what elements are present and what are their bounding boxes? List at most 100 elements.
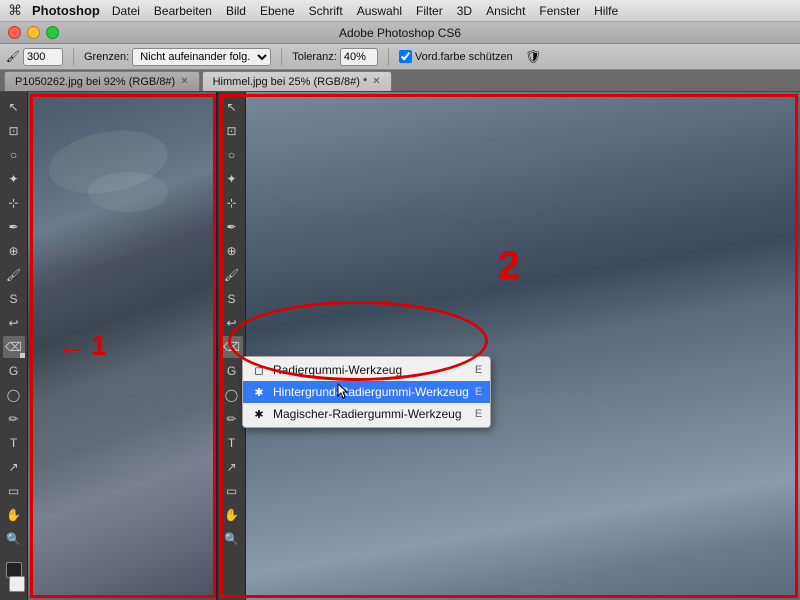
tool-history-brush[interactable]: ↩: [3, 312, 25, 334]
tab-doc2-label: Himmel.jpg bei 25% (RGB/8#) *: [213, 76, 368, 88]
window-title: Adobe Photoshop CS6: [339, 26, 461, 40]
inner-tool-move[interactable]: ↖: [221, 96, 243, 118]
toleranz-input[interactable]: [340, 48, 378, 66]
brush-size-input[interactable]: [23, 48, 63, 66]
brush-size-group: 🖌: [6, 48, 63, 66]
menu-filter[interactable]: Filter: [416, 4, 443, 18]
inner-tool-eyedrop[interactable]: ✒: [221, 216, 243, 238]
menu-schrift[interactable]: Schrift: [309, 4, 343, 18]
inner-tool-heal[interactable]: ⊕: [221, 240, 243, 262]
ctx-item-radiergummi[interactable]: ◻ Radiergummi-Werkzeug E: [243, 359, 490, 381]
tool-marquee[interactable]: ⊡: [3, 120, 25, 142]
options-bar: 🖌 Grenzen: Nicht aufeinander folg. Aufei…: [0, 44, 800, 70]
inner-tool-history[interactable]: ↩: [221, 312, 243, 334]
ctx-label-magischer: Magischer-Radiergummi-Werkzeug: [273, 407, 462, 421]
inner-tool-zoom[interactable]: 🔍: [221, 528, 243, 550]
menu-auswahl[interactable]: Auswahl: [357, 4, 402, 18]
menu-hilfe[interactable]: Hilfe: [594, 4, 618, 18]
tab-doc2-close[interactable]: ✕: [372, 76, 380, 87]
sky-background-left: [28, 92, 216, 600]
vorderfarbe-checkbox[interactable]: [399, 50, 412, 63]
grenzen-select[interactable]: Nicht aufeinander folg. Aufeinander folg…: [132, 48, 271, 66]
menu-bearbeiten[interactable]: Bearbeiten: [154, 4, 212, 18]
inner-tool-text[interactable]: T: [221, 432, 243, 454]
icon-protect: 🛡: [525, 49, 542, 65]
tool-magic-wand[interactable]: ✦: [3, 168, 25, 190]
menu-ansicht[interactable]: Ansicht: [486, 4, 525, 18]
doc-left: ← 1: [28, 92, 218, 600]
ctx-item-magischer[interactable]: ✱ Magischer-Radiergummi-Werkzeug E: [243, 403, 490, 425]
tab-doc1[interactable]: P1050262.jpg bei 92% (RGB/8#) ✕: [4, 71, 200, 91]
tool-healing[interactable]: ⊕: [3, 240, 25, 262]
inner-tool-eraser[interactable]: ⌫: [221, 336, 243, 358]
menu-bild[interactable]: Bild: [226, 4, 246, 18]
app-name: Photoshop: [32, 3, 100, 18]
vorderfarbe-label: Vord.farbe schützen: [415, 51, 513, 63]
menu-3d[interactable]: 3D: [457, 4, 472, 18]
ctx-label-radiergummi: Radiergummi-Werkzeug: [273, 363, 402, 377]
menu-datei[interactable]: Datei: [112, 4, 140, 18]
context-menu: ◻ Radiergummi-Werkzeug E ✱ Hintergrund-R…: [242, 356, 491, 428]
toleranz-label: Toleranz:: [292, 51, 337, 63]
doc-right: ↖ ⊡ ○ ✦ ⊹ ✒ ⊕ 🖌 S ↩ ⌫ G ◯ ✏ T ↗ ▭ ✋ 🔍: [218, 92, 800, 600]
tool-pen[interactable]: ✏: [3, 408, 25, 430]
brush-icon: 🖌: [6, 50, 20, 63]
tool-zoom[interactable]: 🔍: [3, 528, 25, 550]
tool-clone[interactable]: S: [3, 288, 25, 310]
tool-path-selection[interactable]: ↗: [3, 456, 25, 478]
menu-ebene[interactable]: Ebene: [260, 4, 295, 18]
ctx-icon-hintergrund: ✱: [251, 384, 267, 400]
arrow-left: ←: [58, 330, 86, 362]
inner-tool-path[interactable]: ↗: [221, 456, 243, 478]
tool-brush[interactable]: 🖌: [3, 264, 25, 286]
tool-crop[interactable]: ⊹: [3, 192, 25, 214]
grenzen-group: Grenzen: Nicht aufeinander folg. Aufeina…: [84, 48, 271, 66]
menu-items: Datei Bearbeiten Bild Ebene Schrift Ausw…: [112, 4, 618, 18]
ctx-icon-magischer: ✱: [251, 406, 267, 422]
inner-tool-clone[interactable]: S: [221, 288, 243, 310]
inner-tool-pen[interactable]: ✏: [221, 408, 243, 430]
inner-tool-hand[interactable]: ✋: [221, 504, 243, 526]
separator-3: [388, 48, 389, 66]
toolbar-inner: ↖ ⊡ ○ ✦ ⊹ ✒ ⊕ 🖌 S ↩ ⌫ G ◯ ✏ T ↗ ▭ ✋ 🔍: [218, 92, 246, 600]
annotation-label-1: ← 1: [58, 330, 107, 362]
tab-doc1-label: P1050262.jpg bei 92% (RGB/8#): [15, 76, 175, 88]
inner-tool-wand[interactable]: ✦: [221, 168, 243, 190]
tab-doc1-close[interactable]: ✕: [180, 76, 188, 87]
ctx-item-hintergrund[interactable]: ✱ Hintergrund-Radiergummi-Werkzeug E: [243, 381, 490, 403]
ctx-icon-radiergummi: ◻: [251, 362, 267, 378]
tool-eraser[interactable]: ⌫: [3, 336, 25, 358]
tool-text[interactable]: T: [3, 432, 25, 454]
inner-tool-lasso[interactable]: ○: [221, 144, 243, 166]
inner-tool-gradient[interactable]: G: [221, 360, 243, 382]
tool-shape[interactable]: ▭: [3, 480, 25, 502]
grenzen-label: Grenzen:: [84, 51, 129, 63]
maximize-button[interactable]: [46, 26, 59, 39]
label-1-text: 1: [91, 330, 107, 362]
tool-eyedropper[interactable]: ✒: [3, 216, 25, 238]
tool-gradient[interactable]: G: [3, 360, 25, 382]
tool-move[interactable]: ↖: [3, 96, 25, 118]
apple-logo[interactable]: ⌘: [8, 2, 22, 19]
tool-lasso[interactable]: ○: [3, 144, 25, 166]
separator-2: [281, 48, 282, 66]
tool-hand[interactable]: ✋: [3, 504, 25, 526]
tool-background-color[interactable]: [9, 576, 25, 592]
inner-tool-shape[interactable]: ▭: [221, 480, 243, 502]
ctx-shortcut-2: E: [475, 408, 482, 420]
menu-fenster[interactable]: Fenster: [539, 4, 580, 18]
inner-tool-marquee[interactable]: ⊡: [221, 120, 243, 142]
ctx-shortcut-0: E: [475, 364, 482, 376]
minimize-button[interactable]: [27, 26, 40, 39]
tool-dodge[interactable]: ◯: [3, 384, 25, 406]
ctx-label-hintergrund: Hintergrund-Radiergummi-Werkzeug: [273, 385, 469, 399]
separator-1: [73, 48, 74, 66]
inner-tool-dodge[interactable]: ◯: [221, 384, 243, 406]
close-button[interactable]: [8, 26, 21, 39]
toolbar-left: ↖ ⊡ ○ ✦ ⊹ ✒ ⊕ 🖌 S ↩ ⌫ G ◯ ✏ T ↗ ▭ ✋ 🔍: [0, 92, 28, 600]
inner-tool-brush[interactable]: 🖌: [221, 264, 243, 286]
main-area: ↖ ⊡ ○ ✦ ⊹ ✒ ⊕ 🖌 S ↩ ⌫ G ◯ ✏ T ↗ ▭ ✋ 🔍: [0, 92, 800, 600]
inner-tool-crop[interactable]: ⊹: [221, 192, 243, 214]
tab-doc2[interactable]: Himmel.jpg bei 25% (RGB/8#) * ✕: [202, 71, 392, 91]
sky-background-right: [218, 92, 800, 600]
